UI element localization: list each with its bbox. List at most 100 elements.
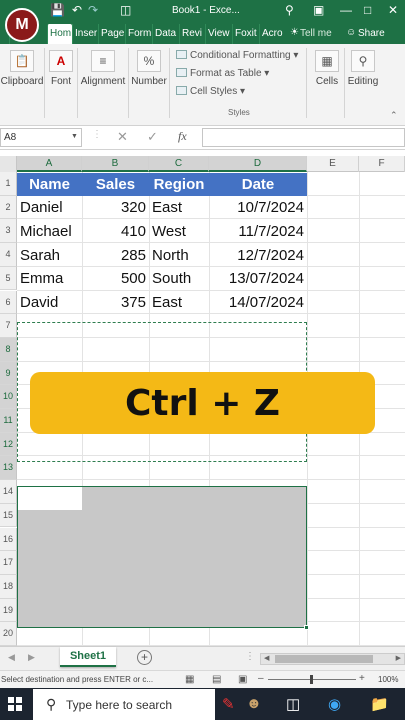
print-preview-icon[interactable]: ◫	[120, 3, 131, 17]
row-header-1[interactable]: 1	[0, 172, 17, 196]
cells-group[interactable]: ▦ Cells	[310, 46, 344, 87]
table-cell-sales[interactable]: 500	[82, 267, 149, 290]
scroll-left-icon[interactable]: ◀	[264, 654, 269, 662]
tab-formulas[interactable]: Form	[125, 24, 152, 44]
scrollbar-thumb[interactable]	[275, 655, 373, 663]
minimize-icon[interactable]: —	[340, 3, 352, 17]
row-header-20[interactable]: 20	[0, 622, 17, 646]
table-header-region[interactable]: Region	[149, 172, 209, 196]
row-header-13[interactable]: 13	[0, 456, 17, 481]
row-header-14[interactable]: 14	[0, 480, 17, 504]
tab-page-layout[interactable]: Page	[98, 24, 125, 44]
conditional-formatting-button[interactable]: Conditional Formatting ▾	[176, 50, 298, 61]
column-header-b[interactable]: B	[82, 156, 149, 172]
table-cell-region[interactable]: South	[149, 267, 209, 290]
formula-input[interactable]	[202, 128, 405, 147]
table-cell-date[interactable]: 13/07/2024	[209, 267, 307, 290]
row-header-5[interactable]: 5	[0, 266, 17, 291]
fill-handle[interactable]	[304, 625, 309, 630]
column-header-e[interactable]: E	[307, 156, 359, 172]
zoom-out-icon[interactable]: –	[258, 673, 264, 684]
active-cell[interactable]	[18, 487, 82, 510]
table-cell-name[interactable]: Michael	[17, 220, 82, 243]
format-as-table-button[interactable]: Format as Table ▾	[176, 68, 269, 79]
tab-review[interactable]: Revi	[179, 24, 205, 44]
add-sheet-button[interactable]: +	[137, 650, 152, 665]
select-all-button[interactable]	[0, 156, 17, 172]
edge-browser-icon[interactable]: ◉	[328, 695, 341, 713]
table-cell-sales[interactable]: 285	[82, 244, 149, 267]
clipboard-group[interactable]: 📋 Clipboard	[0, 46, 44, 87]
row-header-4[interactable]: 4	[0, 243, 17, 267]
tab-acrobat[interactable]: Acro	[259, 24, 285, 44]
table-cell-date[interactable]: 11/7/2024	[209, 220, 307, 243]
tab-data[interactable]: Data	[152, 24, 179, 44]
column-header-d[interactable]: D	[209, 156, 307, 172]
selected-range[interactable]	[17, 486, 309, 630]
table-cell-region[interactable]: East	[149, 196, 209, 219]
row-header-3[interactable]: 3	[0, 219, 17, 244]
user-avatar-icon[interactable]: ☻	[246, 695, 262, 712]
alignment-group[interactable]: ≡ Alignment	[79, 46, 127, 87]
table-cell-sales[interactable]: 410	[82, 220, 149, 243]
row-header-18[interactable]: 18	[0, 574, 17, 599]
normal-view-icon[interactable]: ▦	[185, 674, 194, 685]
name-box[interactable]: A8	[0, 128, 82, 147]
windows-start-icon[interactable]	[8, 697, 22, 711]
table-cell-date[interactable]: 10/7/2024	[209, 196, 307, 219]
row-header-7[interactable]: 7	[0, 314, 17, 338]
zoom-slider[interactable]	[268, 675, 356, 684]
zoom-slider-knob[interactable]	[310, 675, 313, 684]
row-header-17[interactable]: 17	[0, 551, 17, 575]
next-sheet-icon[interactable]: ▶	[28, 652, 35, 663]
collapse-ribbon-icon[interactable]: ⌃	[390, 110, 398, 121]
cancel-icon[interactable]: ✕	[117, 129, 128, 145]
table-cell-sales[interactable]: 320	[82, 196, 149, 219]
pencil-app-icon[interactable]: ✎	[222, 695, 235, 713]
file-explorer-icon[interactable]: 📁	[370, 695, 389, 713]
name-box-dropdown-icon[interactable]: ▼	[71, 133, 78, 140]
row-header-12[interactable]: 12	[0, 432, 17, 457]
table-cell-sales[interactable]: 375	[82, 291, 149, 314]
row-header-9[interactable]: 9	[0, 361, 17, 386]
taskbar-search-box[interactable]: ⚲ Type here to search	[33, 689, 215, 720]
insert-function-icon[interactable]: fx	[178, 129, 187, 144]
sheet-tab[interactable]: Sheet1	[60, 647, 116, 667]
row-header-19[interactable]: 19	[0, 598, 17, 623]
tell-me-search[interactable]: Tell me	[300, 24, 332, 44]
table-header-name[interactable]: Name	[17, 172, 82, 196]
row-header-11[interactable]: 11	[0, 409, 17, 433]
horizontal-scrollbar[interactable]: ◀ ▶	[260, 653, 405, 665]
table-cell-name[interactable]: Daniel	[17, 196, 82, 219]
redo-icon[interactable]: ↷	[88, 3, 98, 17]
row-header-10[interactable]: 10	[0, 385, 17, 409]
page-layout-view-icon[interactable]: ▤	[212, 674, 221, 685]
table-header-date[interactable]: Date	[209, 172, 307, 196]
row-header-15[interactable]: 15	[0, 503, 17, 528]
font-group[interactable]: A Font	[46, 46, 76, 87]
close-icon[interactable]: ✕	[388, 3, 398, 17]
scroll-right-icon[interactable]: ▶	[396, 654, 401, 662]
tab-insert[interactable]: Inser	[72, 24, 98, 44]
undo-icon[interactable]: ↶	[72, 3, 82, 17]
search-icon[interactable]: ⚲	[285, 3, 294, 17]
table-cell-region[interactable]: West	[149, 220, 209, 243]
table-header-sales[interactable]: Sales	[82, 172, 149, 196]
save-icon[interactable]: 💾	[50, 3, 65, 17]
share-button[interactable]: Share	[358, 24, 385, 44]
table-cell-region[interactable]: North	[149, 244, 209, 267]
row-header-8[interactable]: 8	[0, 337, 17, 362]
number-group[interactable]: % Number	[130, 46, 168, 87]
table-cell-name[interactable]: David	[17, 291, 82, 314]
ribbon-display-icon[interactable]: ▣	[313, 3, 324, 17]
cell-styles-button[interactable]: Cell Styles ▾	[176, 86, 245, 97]
table-cell-name[interactable]: Sarah	[17, 244, 82, 267]
task-view-icon[interactable]: ◫	[286, 695, 300, 713]
tab-split-icon[interactable]: ⋮	[245, 651, 255, 662]
editing-group[interactable]: ⚲ Editing	[345, 46, 381, 87]
row-header-16[interactable]: 16	[0, 527, 17, 552]
column-header-c[interactable]: C	[149, 156, 209, 172]
table-cell-date[interactable]: 12/7/2024	[209, 244, 307, 267]
restore-icon[interactable]: □	[364, 3, 371, 17]
column-header-a[interactable]: A	[17, 156, 82, 172]
